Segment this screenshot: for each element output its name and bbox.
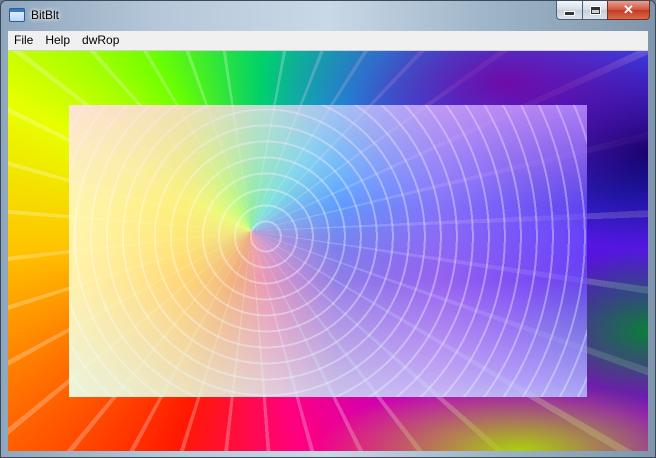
window-controls: ✕ [556, 1, 650, 21]
minimize-button[interactable] [556, 1, 582, 20]
menu-help[interactable]: Help [39, 31, 76, 50]
minimize-icon [564, 10, 575, 16]
maximize-button[interactable] [582, 1, 607, 20]
title-bar[interactable]: BitBlt ✕ [1, 1, 655, 31]
menu-bar: File Help dwRop [8, 31, 648, 51]
client-area [8, 51, 648, 451]
close-button[interactable]: ✕ [607, 1, 650, 20]
app-window: BitBlt ✕ File Help dwRop [0, 0, 656, 458]
menu-file[interactable]: File [8, 31, 39, 50]
menu-dwrop[interactable]: dwRop [76, 31, 125, 50]
maximize-icon [589, 5, 601, 15]
window-app-icon[interactable] [9, 8, 25, 22]
window-title: BitBlt [31, 8, 60, 22]
bitblt-overlay-image [69, 105, 587, 397]
close-icon: ✕ [623, 2, 634, 17]
